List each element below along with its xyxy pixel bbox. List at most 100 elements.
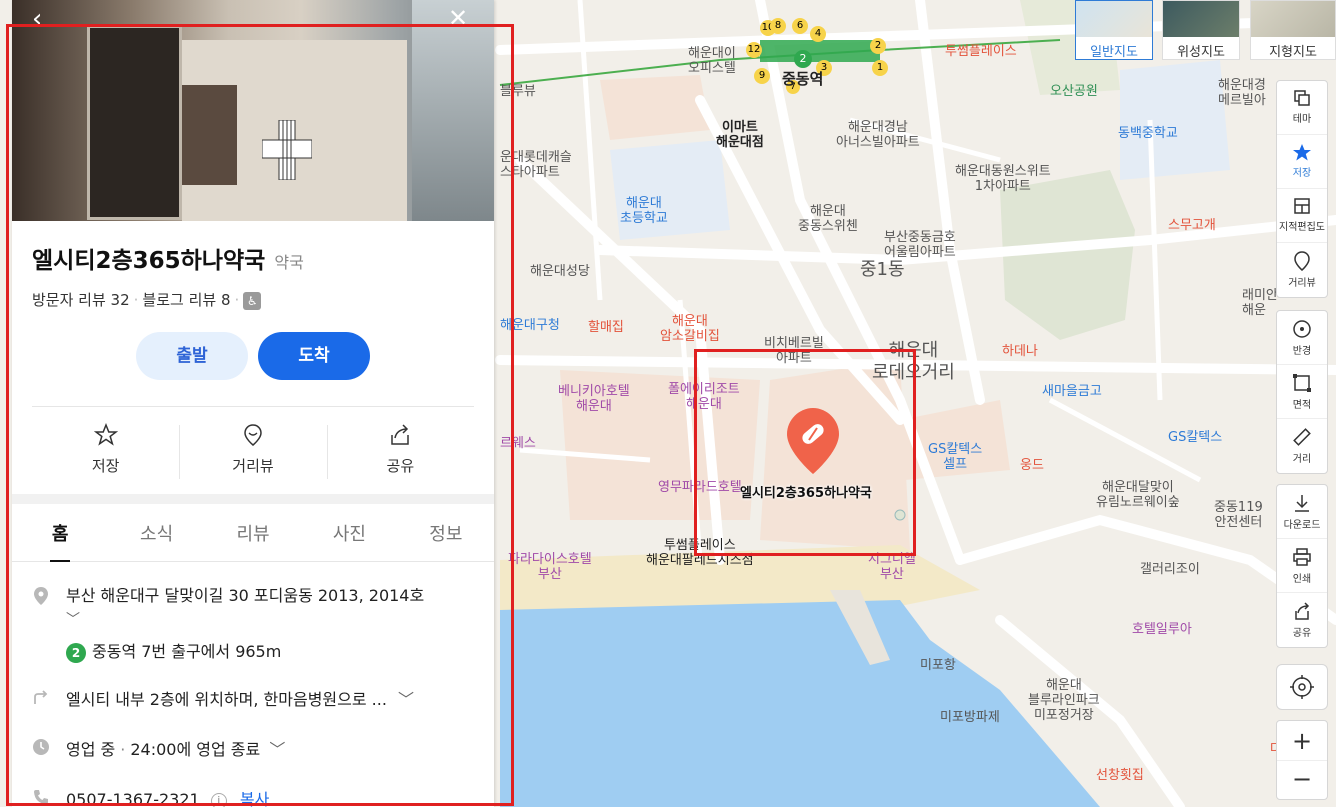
- map-station-label[interactable]: 중동역: [782, 72, 823, 87]
- pharmacy-marker-hit[interactable]: [787, 408, 839, 474]
- tool-area[interactable]: 면적: [1277, 365, 1327, 419]
- save-action[interactable]: 저장: [32, 407, 179, 494]
- map-poi-label[interactable]: GS칼텍스 셀프: [928, 442, 982, 472]
- map-poi-label[interactable]: GS칼텍스: [1168, 430, 1222, 445]
- station-exit-badge[interactable]: 12: [746, 42, 762, 58]
- directions-row[interactable]: 엘시티 내부 2층에 위치하며, 한마음병원으로 ... ﹀: [32, 664, 474, 710]
- phone-number[interactable]: 0507-1367-2321: [66, 790, 200, 807]
- share-action[interactable]: 공유: [326, 407, 474, 494]
- print-icon: [1293, 548, 1311, 566]
- map-poi-label[interactable]: 갤러리조이: [1140, 562, 1200, 577]
- tool-download[interactable]: 다운로드: [1277, 485, 1327, 539]
- close-icon[interactable]: ✕: [448, 4, 468, 32]
- station-exit-badge[interactable]: 9: [754, 68, 770, 84]
- chevron-down-icon[interactable]: ﹀: [398, 690, 414, 709]
- arrive-button[interactable]: 도착: [258, 332, 370, 380]
- tool-save[interactable]: 저장: [1277, 135, 1327, 189]
- maptype-terrain[interactable]: 지형지도: [1250, 0, 1336, 60]
- tool-label: 테마: [1292, 114, 1312, 125]
- map-poi-label[interactable]: 미포방파제: [940, 710, 1000, 725]
- map-poi-label[interactable]: 미포항: [920, 658, 956, 673]
- street-view-action[interactable]: 거리뷰: [179, 407, 326, 494]
- map-poi-label[interactable]: 해운대성당: [530, 264, 590, 279]
- info-icon[interactable]: i: [210, 792, 227, 807]
- map-poi-label[interactable]: 폴에이리조트 해운대: [668, 382, 740, 412]
- map-poi-label[interactable]: 블루뷰: [500, 84, 536, 99]
- wheelchair-icon: ♿: [243, 291, 262, 310]
- map-poi-label[interactable]: 투썸플레이스 해운대팔레드시즈점: [646, 538, 754, 568]
- map-poi-label[interactable]: 투썸플레이스: [945, 44, 1017, 59]
- station-exit-badge[interactable]: 1: [872, 60, 888, 76]
- map-poi-label[interactable]: 르웨스: [500, 436, 536, 451]
- star-icon: [93, 423, 118, 446]
- tab-home[interactable]: 홈: [12, 504, 108, 562]
- expand-chevron-icon[interactable]: ﹀: [66, 608, 474, 632]
- copy-button[interactable]: 복사: [240, 790, 269, 807]
- tool-distance[interactable]: 거리: [1277, 419, 1327, 473]
- map-poi-label[interactable]: 파라다이스호텔 부산: [508, 552, 592, 582]
- station-exit-badge[interactable]: 2: [870, 38, 886, 54]
- tab-news[interactable]: 소식: [108, 504, 204, 561]
- current-location-button[interactable]: [1276, 664, 1328, 710]
- hours-row[interactable]: 영업 중 · 24:00에 영업 종료 ﹀: [32, 710, 474, 760]
- tool-label: 면적: [1292, 400, 1312, 411]
- maptype-normal[interactable]: 일반지도: [1075, 0, 1153, 60]
- station-exit-badge[interactable]: 8: [770, 18, 786, 34]
- maptype-label: 위성지도: [1177, 45, 1225, 60]
- tool-radius[interactable]: 반경: [1277, 311, 1327, 365]
- map-poi-label[interactable]: 해운대이 오피스텔: [688, 46, 736, 76]
- map-poi-label[interactable]: 오산공원: [1050, 84, 1098, 99]
- map-poi-label[interactable]: 호텔일루아: [1132, 622, 1192, 637]
- tool-print[interactable]: 인쇄: [1277, 539, 1327, 593]
- chevron-down-icon[interactable]: ﹀: [269, 740, 285, 759]
- map-poi-label[interactable]: 해운대동원스위트 1차아파트: [955, 164, 1051, 194]
- maptype-label: 지형지도: [1269, 45, 1317, 60]
- map-poi-label[interactable]: 스무고개: [1168, 218, 1216, 233]
- tool-theme[interactable]: 테마: [1277, 81, 1327, 135]
- zoom-in-button[interactable]: +: [1277, 721, 1327, 761]
- map-poi-label[interactable]: 이마트 해운대점: [716, 120, 764, 150]
- map-poi-label[interactable]: 선창횟집: [1096, 768, 1144, 783]
- map-poi-label[interactable]: 시그니엘 부산: [868, 552, 916, 582]
- map-poi-label[interactable]: 해운대경 메르빌아: [1218, 78, 1266, 108]
- map-poi-label[interactable]: 해운대구청: [500, 318, 560, 333]
- back-arrow-icon[interactable]: ‹: [32, 4, 42, 34]
- place-photo[interactable]: ‹ ✕: [12, 0, 494, 221]
- map-poi-label[interactable]: 하데나: [1002, 344, 1038, 359]
- visitor-reviews-link[interactable]: 방문자 리뷰 32: [32, 291, 130, 309]
- map-poi-label[interactable]: 해운대경남 아너스빌아파트: [836, 120, 920, 150]
- maptype-satellite[interactable]: 위성지도: [1162, 0, 1240, 60]
- map-poi-label[interactable]: 할매집: [588, 320, 624, 335]
- map-poi-label[interactable]: 새마을금고: [1042, 384, 1102, 399]
- map-poi-label[interactable]: 영무파라드호텔: [658, 480, 742, 495]
- map-poi-label[interactable]: 동백중학교: [1118, 126, 1178, 141]
- tab-reviews[interactable]: 리뷰: [205, 504, 301, 561]
- depart-button[interactable]: 출발: [136, 332, 248, 380]
- tool-street-view[interactable]: 거리뷰: [1277, 243, 1327, 297]
- map-poi-label[interactable]: 래미안 해운: [1242, 288, 1278, 318]
- zoom-out-button[interactable]: −: [1277, 761, 1327, 799]
- map-poi-label[interactable]: 해운대 초등학교: [620, 196, 668, 226]
- tool-label: 반경: [1292, 346, 1312, 357]
- tab-info[interactable]: 정보: [398, 504, 494, 561]
- map-poi-label[interactable]: 웅드: [1020, 458, 1044, 473]
- route-buttons: 출발 도착: [12, 310, 494, 380]
- pharmacy-marker-label[interactable]: 엘시티2층365하나약국: [740, 482, 872, 501]
- map-poi-label[interactable]: 해운대 중동스위첸: [798, 204, 858, 234]
- tool-label: 다운로드: [1283, 520, 1321, 531]
- theme-icon: [1294, 90, 1310, 106]
- tool-share[interactable]: 공유: [1277, 593, 1327, 647]
- station-exit-badge[interactable]: 6: [792, 18, 808, 34]
- station-exit-badge[interactable]: 4: [810, 26, 826, 42]
- map-poi-label[interactable]: 해운대 블루라인파크 미포정거장: [1028, 678, 1100, 723]
- map-poi-label[interactable]: 중동119 안전센터: [1214, 500, 1263, 530]
- map-poi-label[interactable]: 비치베르빌 아파트: [764, 336, 824, 366]
- tool-cadastral[interactable]: 지적편집도: [1277, 189, 1327, 243]
- tab-photos[interactable]: 사진: [301, 504, 397, 561]
- blog-reviews-link[interactable]: 블로그 리뷰 8: [142, 291, 230, 309]
- map-poi-label[interactable]: 운대롯데캐슬 스타아파트: [500, 150, 572, 180]
- map-poi-label[interactable]: 부산중동금호 어울림아파트: [884, 230, 956, 260]
- map-poi-label[interactable]: 해운대 암소갈비집: [660, 314, 720, 344]
- map-poi-label[interactable]: 베니키아호텔 해운대: [558, 384, 630, 414]
- map-poi-label[interactable]: 해운대달맞이 유림노르웨이숲: [1096, 480, 1180, 510]
